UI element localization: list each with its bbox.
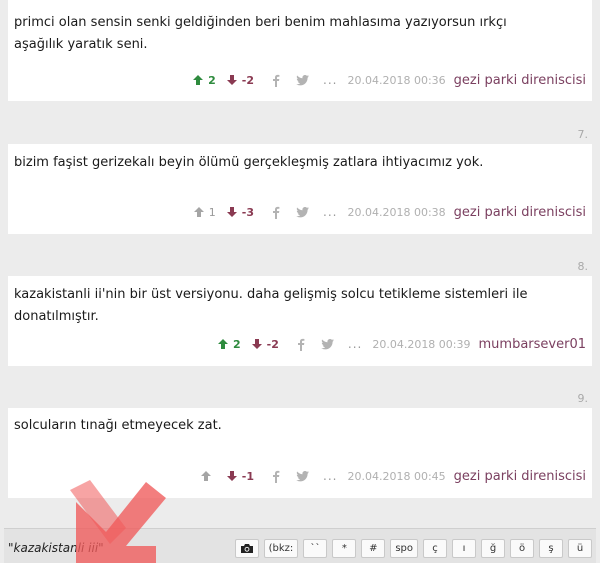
arrow-up-icon — [193, 75, 204, 85]
hidden-bkz-button[interactable]: `` — [303, 539, 328, 558]
char-o-button[interactable]: ö — [510, 539, 534, 558]
entry-footer: -1 ... 20.04.2018 00:45 gezi parki diren… — [200, 467, 586, 485]
twitter-icon[interactable] — [321, 338, 334, 350]
char-s-button[interactable]: ş — [539, 539, 563, 558]
upvote-count: 1 — [208, 205, 216, 219]
downvote-button[interactable]: -1 — [226, 470, 254, 483]
arrow-down-icon — [226, 471, 237, 481]
facebook-icon[interactable] — [272, 74, 280, 87]
entry-number: 7. — [577, 128, 589, 141]
upvote-button[interactable]: 2 — [192, 74, 216, 87]
more-options-button[interactable]: ... — [323, 205, 337, 219]
entry: bizim faşist gerizekalı beyin ölümü gerç… — [8, 144, 592, 234]
entry-content: kazakistanli ii'nin bir üst versiyonu. d… — [14, 287, 528, 324]
arrow-down-icon — [226, 207, 237, 217]
upvote-button[interactable]: 2 — [217, 338, 241, 351]
image-upload-button[interactable] — [234, 539, 259, 558]
entry-date[interactable]: 20.04.2018 00:39 — [372, 338, 470, 351]
entry: primci olan sensin senki geldiğinden ber… — [8, 0, 592, 101]
downvote-button[interactable]: -2 — [226, 74, 254, 87]
hash-button[interactable]: # — [361, 539, 386, 558]
downvote-count: -3 — [241, 205, 255, 219]
spoiler-button[interactable]: spo — [390, 539, 418, 558]
more-options-button[interactable]: ... — [323, 73, 337, 87]
draft-text[interactable]: "kazakistanli iii" — [8, 541, 104, 555]
char-c-button[interactable]: ç — [423, 539, 447, 558]
facebook-icon[interactable] — [272, 470, 280, 483]
facebook-icon[interactable] — [272, 206, 280, 219]
char-u-button[interactable]: ü — [568, 539, 592, 558]
arrow-down-icon — [226, 75, 237, 85]
arrow-up-icon — [200, 471, 211, 481]
facebook-icon[interactable] — [297, 338, 305, 351]
twitter-icon[interactable] — [296, 74, 310, 86]
downvote-count: -2 — [266, 337, 279, 351]
twitter-icon[interactable] — [296, 470, 310, 482]
entry-content: primci olan sensin senki geldiğinden ber… — [14, 15, 507, 52]
entry-footer: 2 -2 ... 20.04.2018 00:39 mumbarsever01 — [217, 335, 586, 353]
entry-author[interactable]: gezi parki direniscisi — [454, 469, 586, 484]
entry: solcuların tınağı etmeyecek zat. -1 ... … — [8, 408, 592, 498]
entry-author[interactable]: gezi parki direniscisi — [454, 73, 586, 88]
entry-date[interactable]: 20.04.2018 00:45 — [347, 470, 445, 483]
entry-number: 8. — [577, 260, 589, 273]
downvote-button[interactable]: -3 — [226, 206, 254, 219]
camera-icon — [240, 544, 253, 553]
entry-content: bizim faşist gerizekalı beyin ölümü gerç… — [14, 155, 484, 170]
char-i-button[interactable]: ı — [452, 539, 476, 558]
twitter-icon[interactable] — [296, 206, 310, 218]
more-options-button[interactable]: ... — [348, 337, 362, 351]
arrow-down-icon — [251, 339, 262, 349]
arrow-up-icon — [193, 207, 204, 217]
entry-date[interactable]: 20.04.2018 00:36 — [347, 74, 445, 87]
entry-content: solcuların tınağı etmeyecek zat. — [14, 418, 222, 433]
format-buttons: (bkz: `` * # spo ç ı ğ ö ş ü — [234, 539, 592, 558]
upvote-count: 2 — [232, 337, 241, 351]
entry-author[interactable]: gezi parki direniscisi — [454, 205, 586, 220]
entry: kazakistanli ii'nin bir üst versiyonu. d… — [8, 276, 592, 366]
downvote-count: -2 — [241, 73, 255, 87]
entry-number: 9. — [577, 392, 589, 405]
star-button[interactable]: * — [332, 539, 357, 558]
entry-footer: 2 -2 ... 20.04.2018 00:36 gezi parki dir… — [192, 71, 586, 89]
downvote-count: -1 — [241, 469, 255, 483]
editor-toolbar: "kazakistanli iii" (bkz: `` * # spo ç ı … — [4, 528, 596, 563]
entry-author[interactable]: mumbarsever01 — [479, 337, 586, 352]
more-options-button[interactable]: ... — [323, 469, 337, 483]
arrow-up-icon — [217, 339, 228, 349]
downvote-button[interactable]: -2 — [251, 338, 279, 351]
upvote-button[interactable]: 1 — [193, 206, 216, 219]
upvote-button[interactable] — [200, 470, 216, 482]
entry-footer: 1 -3 ... 20.04.2018 00:38 gezi parki dir… — [193, 203, 586, 221]
entry-date[interactable]: 20.04.2018 00:38 — [347, 206, 445, 219]
upvote-count: 2 — [208, 73, 216, 87]
bkz-button[interactable]: (bkz: — [263, 539, 299, 558]
char-g-button[interactable]: ğ — [481, 539, 505, 558]
